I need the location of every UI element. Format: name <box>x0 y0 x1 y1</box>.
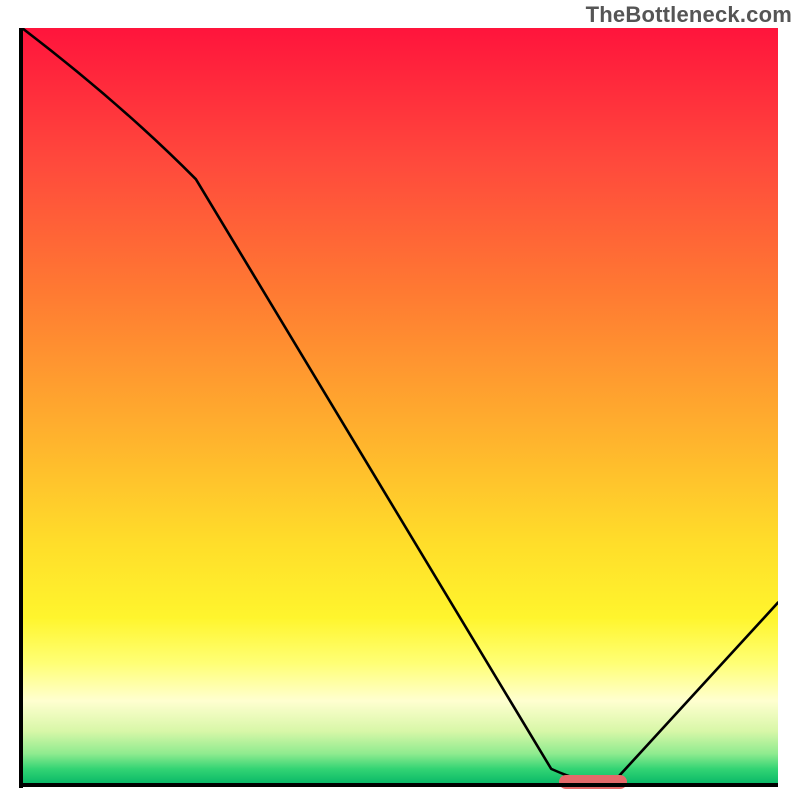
y-axis-line <box>19 28 23 788</box>
bottleneck-chart: TheBottleneck.com <box>0 0 800 800</box>
watermark-text: TheBottleneck.com <box>586 2 792 28</box>
bottleneck-curve <box>22 28 778 784</box>
x-axis-line <box>22 783 778 787</box>
